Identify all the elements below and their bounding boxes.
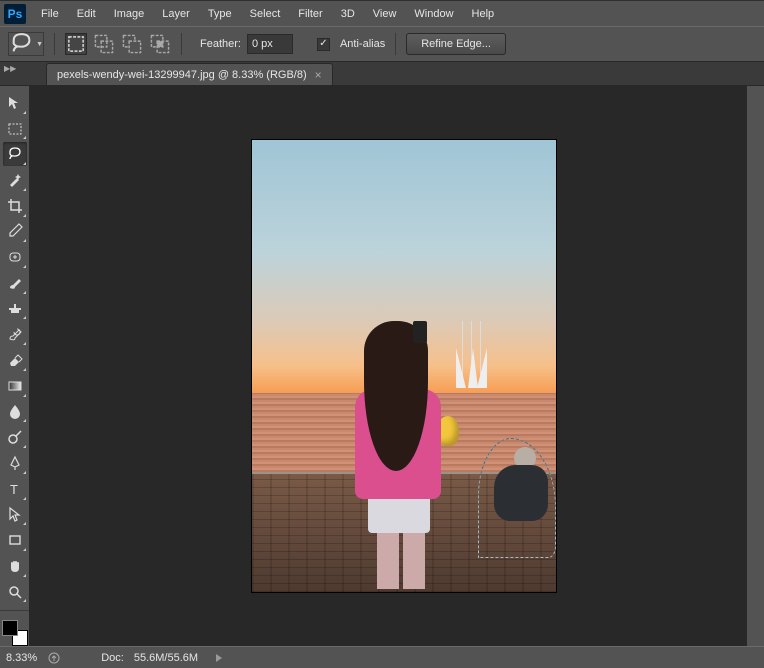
menu-layer[interactable]: Layer — [153, 4, 199, 24]
zoom-level[interactable]: 8.33% — [6, 652, 37, 664]
separator — [395, 33, 396, 55]
refine-edge-button[interactable]: Refine Edge... — [406, 33, 506, 55]
separator — [181, 33, 182, 55]
lasso-icon — [9, 31, 34, 56]
clone-stamp-tool[interactable] — [3, 297, 27, 321]
menu-window[interactable]: Window — [405, 4, 462, 24]
options-bar: ▼ Feather: ✓ Anti-alias Refine Edge... — [0, 26, 764, 62]
menu-image[interactable]: Image — [105, 4, 154, 24]
photo-person-legs — [377, 529, 425, 589]
foreground-color-swatch[interactable] — [2, 620, 18, 636]
menu-type[interactable]: Type — [199, 4, 241, 24]
close-icon[interactable]: × — [315, 68, 322, 82]
antialias-checkbox[interactable]: ✓ — [317, 38, 330, 51]
menu-filter[interactable]: Filter — [289, 4, 331, 24]
selection-intersect-icon[interactable] — [149, 33, 171, 55]
menu-select[interactable]: Select — [241, 4, 290, 24]
blur-tool[interactable] — [3, 400, 27, 424]
document-canvas[interactable] — [252, 140, 556, 592]
color-swatches[interactable] — [2, 620, 28, 646]
pen-tool[interactable] — [3, 451, 27, 475]
chevron-down-icon: ▼ — [36, 41, 43, 48]
svg-text:T: T — [10, 482, 18, 497]
eyedropper-tool[interactable] — [3, 220, 27, 244]
menu-help[interactable]: Help — [463, 4, 504, 24]
eraser-tool[interactable] — [3, 348, 27, 372]
magic-wand-tool[interactable] — [3, 168, 27, 192]
menu-edit[interactable]: Edit — [68, 4, 105, 24]
lasso-tool[interactable] — [3, 142, 27, 166]
workspace: T — [0, 86, 764, 646]
gradient-tool[interactable] — [3, 374, 27, 398]
feather-input[interactable] — [247, 34, 293, 54]
history-brush-tool[interactable] — [3, 322, 27, 346]
photo-phone — [413, 321, 427, 343]
tool-preset-picker[interactable]: ▼ — [8, 32, 44, 56]
selection-subtract-icon[interactable] — [121, 33, 143, 55]
document-tab-label: pexels-wendy-wei-13299947.jpg @ 8.33% (R… — [57, 69, 307, 81]
hand-tool[interactable] — [3, 554, 27, 578]
separator — [54, 33, 55, 55]
menu-view[interactable]: View — [364, 4, 406, 24]
selection-add-icon[interactable] — [93, 33, 115, 55]
panel-expander-icon[interactable]: ▶▶ — [4, 64, 16, 73]
brush-tool[interactable] — [3, 271, 27, 295]
doc-size-value: 55.6M/55.6M — [134, 652, 198, 664]
move-tool[interactable] — [3, 91, 27, 115]
canvas-area[interactable] — [30, 86, 764, 646]
rectangle-shape-tool[interactable] — [3, 528, 27, 552]
crop-tool[interactable] — [3, 194, 27, 218]
feather-label: Feather: — [200, 38, 241, 50]
healing-brush-tool[interactable] — [3, 245, 27, 269]
doc-size-label: Doc: — [101, 652, 124, 664]
document-tab-row: pexels-wendy-wei-13299947.jpg @ 8.33% (R… — [0, 62, 764, 86]
selection-new-icon[interactable] — [65, 33, 87, 55]
status-icon[interactable] — [47, 651, 61, 665]
dodge-tool[interactable] — [3, 425, 27, 449]
tools-panel: T — [0, 86, 30, 646]
photo-sail — [477, 348, 487, 388]
antialias-label: Anti-alias — [340, 38, 385, 50]
zoom-tool[interactable] — [3, 580, 27, 604]
check-icon: ✓ — [319, 39, 327, 49]
rectangular-marquee-tool[interactable] — [3, 117, 27, 141]
path-selection-tool[interactable] — [3, 503, 27, 527]
scrollbar-gutter[interactable] — [746, 86, 764, 646]
photo-sail — [456, 348, 466, 388]
menu-file[interactable]: File — [32, 4, 68, 24]
menu-3d[interactable]: 3D — [332, 4, 364, 24]
status-flyout-icon[interactable] — [216, 654, 222, 662]
type-tool[interactable]: T — [3, 477, 27, 501]
app-logo: Ps — [4, 4, 26, 24]
status-bar: 8.33% Doc: 55.6M/55.6M — [0, 646, 764, 668]
document-tab[interactable]: pexels-wendy-wei-13299947.jpg @ 8.33% (R… — [46, 63, 333, 85]
menu-bar: Ps File Edit Image Layer Type Select Fil… — [0, 0, 764, 26]
